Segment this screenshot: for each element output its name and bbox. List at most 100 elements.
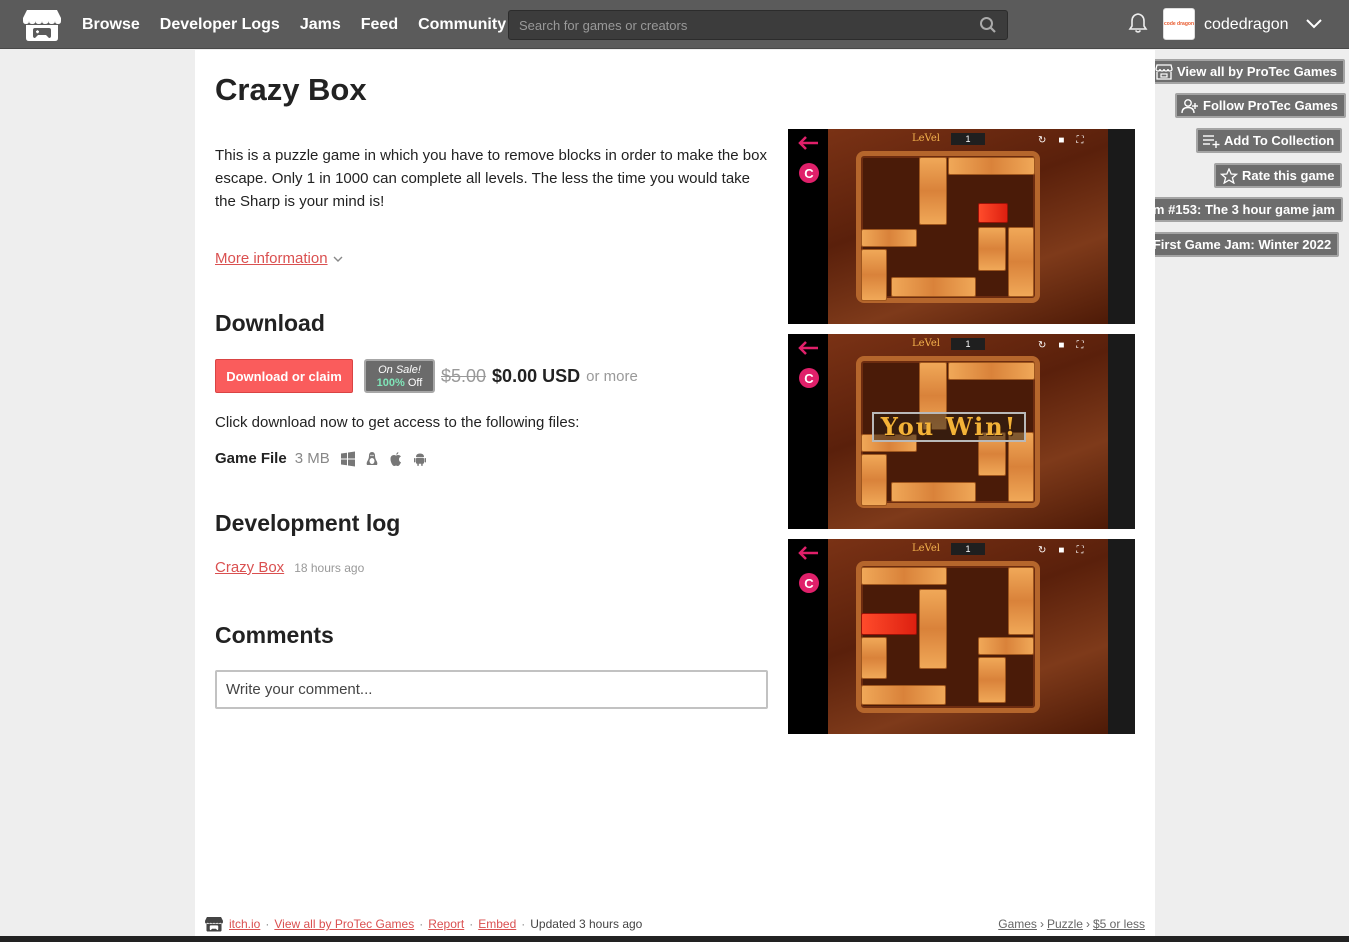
follow-button[interactable]: Follow ProTec Games bbox=[1175, 93, 1346, 118]
footer-report-link[interactable]: Report bbox=[428, 917, 464, 931]
download-heading: Download bbox=[215, 310, 325, 336]
search-input[interactable] bbox=[509, 11, 1007, 39]
rate-game-label: Rate this game bbox=[1242, 168, 1335, 183]
or-more-label: or more bbox=[586, 367, 638, 385]
level-number: 1 bbox=[951, 133, 985, 145]
fullscreen-icon: ⛶ bbox=[1076, 339, 1084, 351]
separator: · bbox=[469, 917, 474, 931]
stop-icon: ■ bbox=[1058, 339, 1065, 351]
add-to-collection-label: Add To Collection bbox=[1224, 133, 1335, 148]
game-toolbar: ↻ ■ ⛶ bbox=[1038, 338, 1102, 352]
game-toolbar: ↻ ■ ⛶ bbox=[1038, 133, 1102, 147]
screenshot-1[interactable]: C LeVel 1 ↻ ■ ⛶ bbox=[788, 129, 1135, 324]
game-page: Crazy Box This is a puzzle game in which… bbox=[195, 50, 1155, 942]
nav-feed[interactable]: Feed bbox=[361, 16, 398, 34]
wood-block bbox=[891, 482, 976, 502]
screenshot-3[interactable]: C LeVel 1 ↻ ■ ⛶ bbox=[788, 539, 1135, 734]
wood-block bbox=[978, 657, 1006, 703]
level-label: LeVel bbox=[912, 543, 940, 554]
more-information-link[interactable]: More information bbox=[215, 250, 344, 267]
footer-itchio-link[interactable]: itch.io bbox=[229, 917, 260, 931]
wood-block bbox=[919, 157, 947, 225]
breadcrumb-puzzle[interactable]: Puzzle bbox=[1047, 917, 1083, 931]
more-information-label: More information bbox=[215, 250, 328, 267]
nav-developer-logs[interactable]: Developer Logs bbox=[160, 16, 280, 34]
stop-icon: ■ bbox=[1058, 544, 1065, 556]
view-all-label: View all by ProTec Games bbox=[1177, 64, 1337, 79]
comments-heading: Comments bbox=[215, 622, 334, 648]
nav-community[interactable]: Community bbox=[418, 16, 506, 34]
restart-icon: C bbox=[799, 368, 819, 388]
wood-block bbox=[861, 637, 887, 679]
sale-badge: On Sale! 100% Off bbox=[364, 359, 435, 393]
file-size: 3 MB bbox=[294, 450, 330, 467]
follow-label: Follow ProTec Games bbox=[1203, 98, 1338, 113]
breadcrumb-price[interactable]: $5 or less bbox=[1093, 917, 1145, 931]
game-side-panel bbox=[1108, 129, 1135, 324]
file-name: Game File bbox=[215, 450, 287, 467]
level-label: LeVel bbox=[912, 338, 940, 349]
download-or-claim-button[interactable]: Download or claim bbox=[215, 359, 353, 393]
rate-game-button[interactable]: Rate this game bbox=[1214, 163, 1343, 188]
page-footer: itch.io · View all by ProTec Games · Rep… bbox=[205, 914, 1145, 934]
screenshot-2[interactable]: You Win! C LeVel 1 ↻ ■ ⛶ bbox=[788, 334, 1135, 529]
original-price: $5.00 bbox=[441, 365, 487, 386]
game-toolbar: ↻ ■ ⛶ bbox=[1038, 543, 1102, 557]
wood-block bbox=[1008, 567, 1034, 635]
search-icon[interactable] bbox=[979, 16, 997, 34]
breadcrumb: Games › Puzzle › $5 or less bbox=[998, 914, 1145, 934]
itchio-logo-icon[interactable] bbox=[23, 8, 61, 42]
nav-browse[interactable]: Browse bbox=[82, 16, 140, 34]
comment-box bbox=[215, 670, 768, 709]
footer-view-all-link[interactable]: View all by ProTec Games bbox=[274, 917, 414, 931]
nav-jams[interactable]: Jams bbox=[300, 16, 341, 34]
you-win-banner: You Win! bbox=[872, 412, 1026, 442]
files-note: Click download now to get access to the … bbox=[215, 414, 580, 431]
main-nav: Browse Developer Logs Jams Feed Communit… bbox=[82, 0, 506, 49]
back-arrow-icon bbox=[798, 341, 818, 355]
wood-block bbox=[948, 157, 1035, 175]
devlog-heading: Development log bbox=[215, 510, 401, 536]
game-description: This is a puzzle game in which you have … bbox=[215, 147, 767, 210]
devlog-entry: Crazy Box 18 hours ago bbox=[215, 559, 364, 576]
fullscreen-icon: ⛶ bbox=[1076, 544, 1084, 556]
sale-price: $0.00 USD bbox=[492, 365, 581, 386]
restart-icon: C bbox=[799, 573, 819, 593]
restart-icon: C bbox=[799, 163, 819, 183]
wood-block bbox=[891, 277, 976, 297]
game-side-panel bbox=[1108, 334, 1135, 529]
wood-block bbox=[978, 637, 1034, 655]
breadcrumb-games[interactable]: Games bbox=[998, 917, 1037, 931]
level-number: 1 bbox=[951, 338, 985, 350]
back-arrow-icon bbox=[798, 136, 818, 150]
view-all-button[interactable]: View all by ProTec Games bbox=[1149, 59, 1345, 84]
footer-embed-link[interactable]: Embed bbox=[478, 917, 516, 931]
chevron-down-icon[interactable] bbox=[1305, 15, 1323, 33]
devlog-post-time: 18 hours ago bbox=[294, 561, 365, 575]
wood-block bbox=[948, 362, 1035, 380]
devlog-post-link[interactable]: Crazy Box bbox=[215, 559, 284, 576]
comment-input[interactable] bbox=[217, 672, 766, 707]
add-to-collection-button[interactable]: Add To Collection bbox=[1196, 128, 1343, 153]
fullscreen-icon: ⛶ bbox=[1076, 134, 1084, 146]
star-icon bbox=[1220, 167, 1238, 184]
stop-icon: ■ bbox=[1058, 134, 1065, 146]
wood-block bbox=[861, 454, 887, 506]
wood-block bbox=[1008, 432, 1034, 502]
windows-icon bbox=[340, 451, 355, 466]
breadcrumb-separator: › bbox=[1085, 917, 1090, 931]
refresh-icon: ↻ bbox=[1038, 544, 1047, 556]
sale-badge-title: On Sale! bbox=[378, 364, 421, 376]
refresh-icon: ↻ bbox=[1038, 339, 1047, 351]
bell-icon[interactable] bbox=[1128, 12, 1148, 34]
store-icon bbox=[1155, 63, 1173, 80]
avatar[interactable]: code dragon bbox=[1163, 8, 1195, 40]
wood-block bbox=[919, 589, 947, 669]
target-block bbox=[861, 613, 917, 635]
add-user-icon bbox=[1181, 98, 1198, 113]
username[interactable]: codedragon bbox=[1204, 0, 1289, 49]
sale-percent: 100% bbox=[376, 377, 405, 389]
wood-block bbox=[861, 229, 917, 247]
level-label: LeVel bbox=[912, 133, 940, 144]
separator: · bbox=[521, 917, 526, 931]
